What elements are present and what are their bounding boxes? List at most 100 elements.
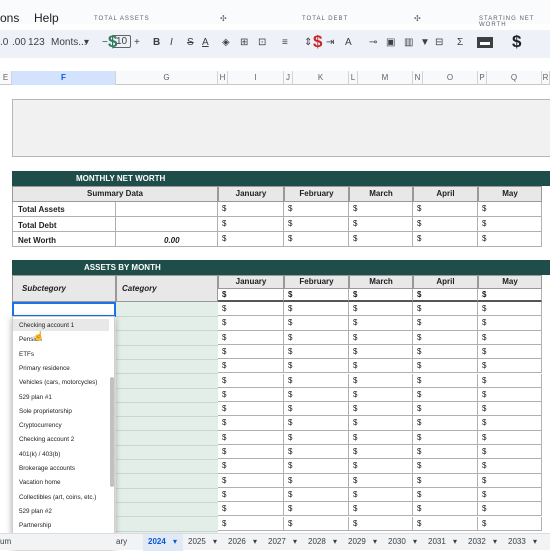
sheet-tab[interactable]: 2024 xyxy=(148,537,166,546)
asset-month-cell[interactable]: $ xyxy=(218,387,284,403)
col-header[interactable]: E xyxy=(0,71,12,85)
month-cell[interactable]: $ xyxy=(218,232,284,247)
asset-month-cell[interactable]: $ xyxy=(413,359,478,374)
asset-month-cell[interactable]: $ xyxy=(478,316,542,331)
col-header[interactable]: G xyxy=(116,71,218,85)
month-cell[interactable]: $ xyxy=(218,202,284,217)
col-header[interactable]: O xyxy=(423,71,478,85)
col-header[interactable]: Q xyxy=(487,71,542,85)
asset-month-cell[interactable]: $ xyxy=(349,316,413,331)
dropdown-option[interactable]: Partnership xyxy=(19,522,51,529)
month-cell[interactable]: $ xyxy=(478,217,542,232)
chevron-down-icon[interactable]: ▾ xyxy=(84,37,89,48)
sheet-tab[interactable]: ary xyxy=(116,537,127,546)
rotate-icon[interactable]: A xyxy=(345,37,352,48)
month-cell[interactable]: $ xyxy=(413,202,478,217)
sheet-tab[interactable]: um xyxy=(0,537,11,546)
sheet-tab[interactable]: 2025 xyxy=(188,537,206,546)
valign-icon[interactable]: ⇕ xyxy=(304,37,312,48)
month-cell[interactable]: $ xyxy=(349,232,413,247)
link-icon[interactable]: ⊸ xyxy=(369,37,377,48)
month-total-cell[interactable]: $ xyxy=(349,289,413,302)
asset-month-cell[interactable]: $ xyxy=(349,445,413,460)
asset-month-cell[interactable]: $ xyxy=(218,302,284,317)
font-select[interactable]: Monts... xyxy=(51,37,87,48)
asset-month-cell[interactable]: $ xyxy=(218,316,284,331)
chevron-down-icon[interactable]: ▾ xyxy=(293,537,297,546)
asset-month-cell[interactable]: $ xyxy=(413,502,478,517)
asset-month-cell[interactable]: $ xyxy=(478,387,542,403)
comment-icon[interactable]: ▣ xyxy=(386,37,395,48)
asset-month-cell[interactable]: $ xyxy=(478,416,542,431)
menu-help[interactable]: Help xyxy=(34,11,59,25)
decrease-decimal-icon[interactable]: .00 xyxy=(12,37,26,48)
asset-month-cell[interactable]: $ xyxy=(349,516,413,531)
asset-month-cell[interactable]: $ xyxy=(218,516,284,531)
asset-month-cell[interactable]: $ xyxy=(218,459,284,474)
month-total-cell[interactable]: $ xyxy=(218,289,284,302)
asset-month-cell[interactable]: $ xyxy=(413,316,478,331)
month-cell[interactable]: $ xyxy=(413,217,478,232)
dropdown-option[interactable]: Collectibles (art, coins, etc.) xyxy=(19,494,96,501)
asset-month-cell[interactable]: $ xyxy=(478,459,542,474)
col-header[interactable]: K xyxy=(293,71,349,85)
asset-month-cell[interactable]: $ xyxy=(349,459,413,474)
asset-month-cell[interactable]: $ xyxy=(413,330,478,345)
col-header[interactable]: I xyxy=(228,71,284,85)
asset-month-cell[interactable]: $ xyxy=(284,473,349,488)
asset-month-cell[interactable]: $ xyxy=(284,359,349,374)
asset-month-cell[interactable]: $ xyxy=(284,373,349,388)
asset-month-cell[interactable]: $ xyxy=(349,373,413,388)
sheet-tab[interactable]: 2027 xyxy=(268,537,286,546)
col-header[interactable]: L xyxy=(349,71,358,85)
fill-color-icon[interactable]: ◈ xyxy=(222,37,230,48)
asset-month-cell[interactable]: $ xyxy=(478,487,542,503)
sheet-tab[interactable]: 2029 xyxy=(348,537,366,546)
asset-month-cell[interactable]: $ xyxy=(284,516,349,531)
asset-month-cell[interactable]: $ xyxy=(349,473,413,488)
chevron-down-icon[interactable]: ▾ xyxy=(533,537,537,546)
asset-month-cell[interactable]: $ xyxy=(284,302,349,317)
wrap-icon[interactable]: ⇥ xyxy=(326,37,334,48)
asset-month-cell[interactable]: $ xyxy=(478,502,542,517)
asset-month-cell[interactable]: $ xyxy=(478,344,542,360)
asset-month-cell[interactable]: $ xyxy=(218,487,284,503)
sheet-tab[interactable]: 2030 xyxy=(388,537,406,546)
chevron-down-icon[interactable]: ▾ xyxy=(213,537,217,546)
asset-month-cell[interactable]: $ xyxy=(284,487,349,503)
chevron-down-icon[interactable]: ▾ xyxy=(453,537,457,546)
asset-month-cell[interactable]: $ xyxy=(413,430,478,445)
month-total-cell[interactable]: $ xyxy=(413,289,478,302)
dropdown-option[interactable]: 529 plan #2 xyxy=(19,508,52,515)
bold-icon[interactable]: B xyxy=(153,37,160,48)
chevron-down-icon[interactable]: ▾ xyxy=(333,537,337,546)
text-color-icon[interactable]: A xyxy=(202,37,209,48)
asset-month-cell[interactable]: $ xyxy=(284,416,349,431)
asset-month-cell[interactable]: $ xyxy=(349,302,413,317)
asset-month-cell[interactable]: $ xyxy=(349,416,413,431)
asset-month-cell[interactable]: $ xyxy=(349,387,413,403)
dropdown-option[interactable]: Checking account 1 xyxy=(19,322,74,329)
dropdown-option[interactable]: 529 plan #1 xyxy=(19,394,52,401)
asset-month-cell[interactable]: $ xyxy=(349,487,413,503)
sheet-tab[interactable]: 2031 xyxy=(428,537,446,546)
asset-month-cell[interactable]: $ xyxy=(413,344,478,360)
month-cell[interactable]: $ xyxy=(478,202,542,217)
asset-month-cell[interactable]: $ xyxy=(284,402,349,417)
chevron-down-icon[interactable]: ▾ xyxy=(413,537,417,546)
asset-month-cell[interactable]: $ xyxy=(349,359,413,374)
month-cell[interactable]: $ xyxy=(284,202,349,217)
asset-month-cell[interactable]: $ xyxy=(349,330,413,345)
asset-month-cell[interactable]: $ xyxy=(284,502,349,517)
dropdown-option[interactable]: 401(k) / 403(b) xyxy=(19,451,60,458)
asset-month-cell[interactable]: $ xyxy=(218,445,284,460)
asset-month-cell[interactable]: $ xyxy=(218,359,284,374)
menu-extensions[interactable]: ons xyxy=(0,11,19,25)
filter-views-icon[interactable]: ⊟ xyxy=(435,37,443,48)
asset-month-cell[interactable]: $ xyxy=(478,445,542,460)
merge-icon[interactable]: ⊡ xyxy=(258,37,266,48)
col-header[interactable]: R xyxy=(542,71,550,85)
asset-month-cell[interactable]: $ xyxy=(413,445,478,460)
month-cell[interactable]: $ xyxy=(284,217,349,232)
sheet-tab[interactable]: 2033 xyxy=(508,537,526,546)
